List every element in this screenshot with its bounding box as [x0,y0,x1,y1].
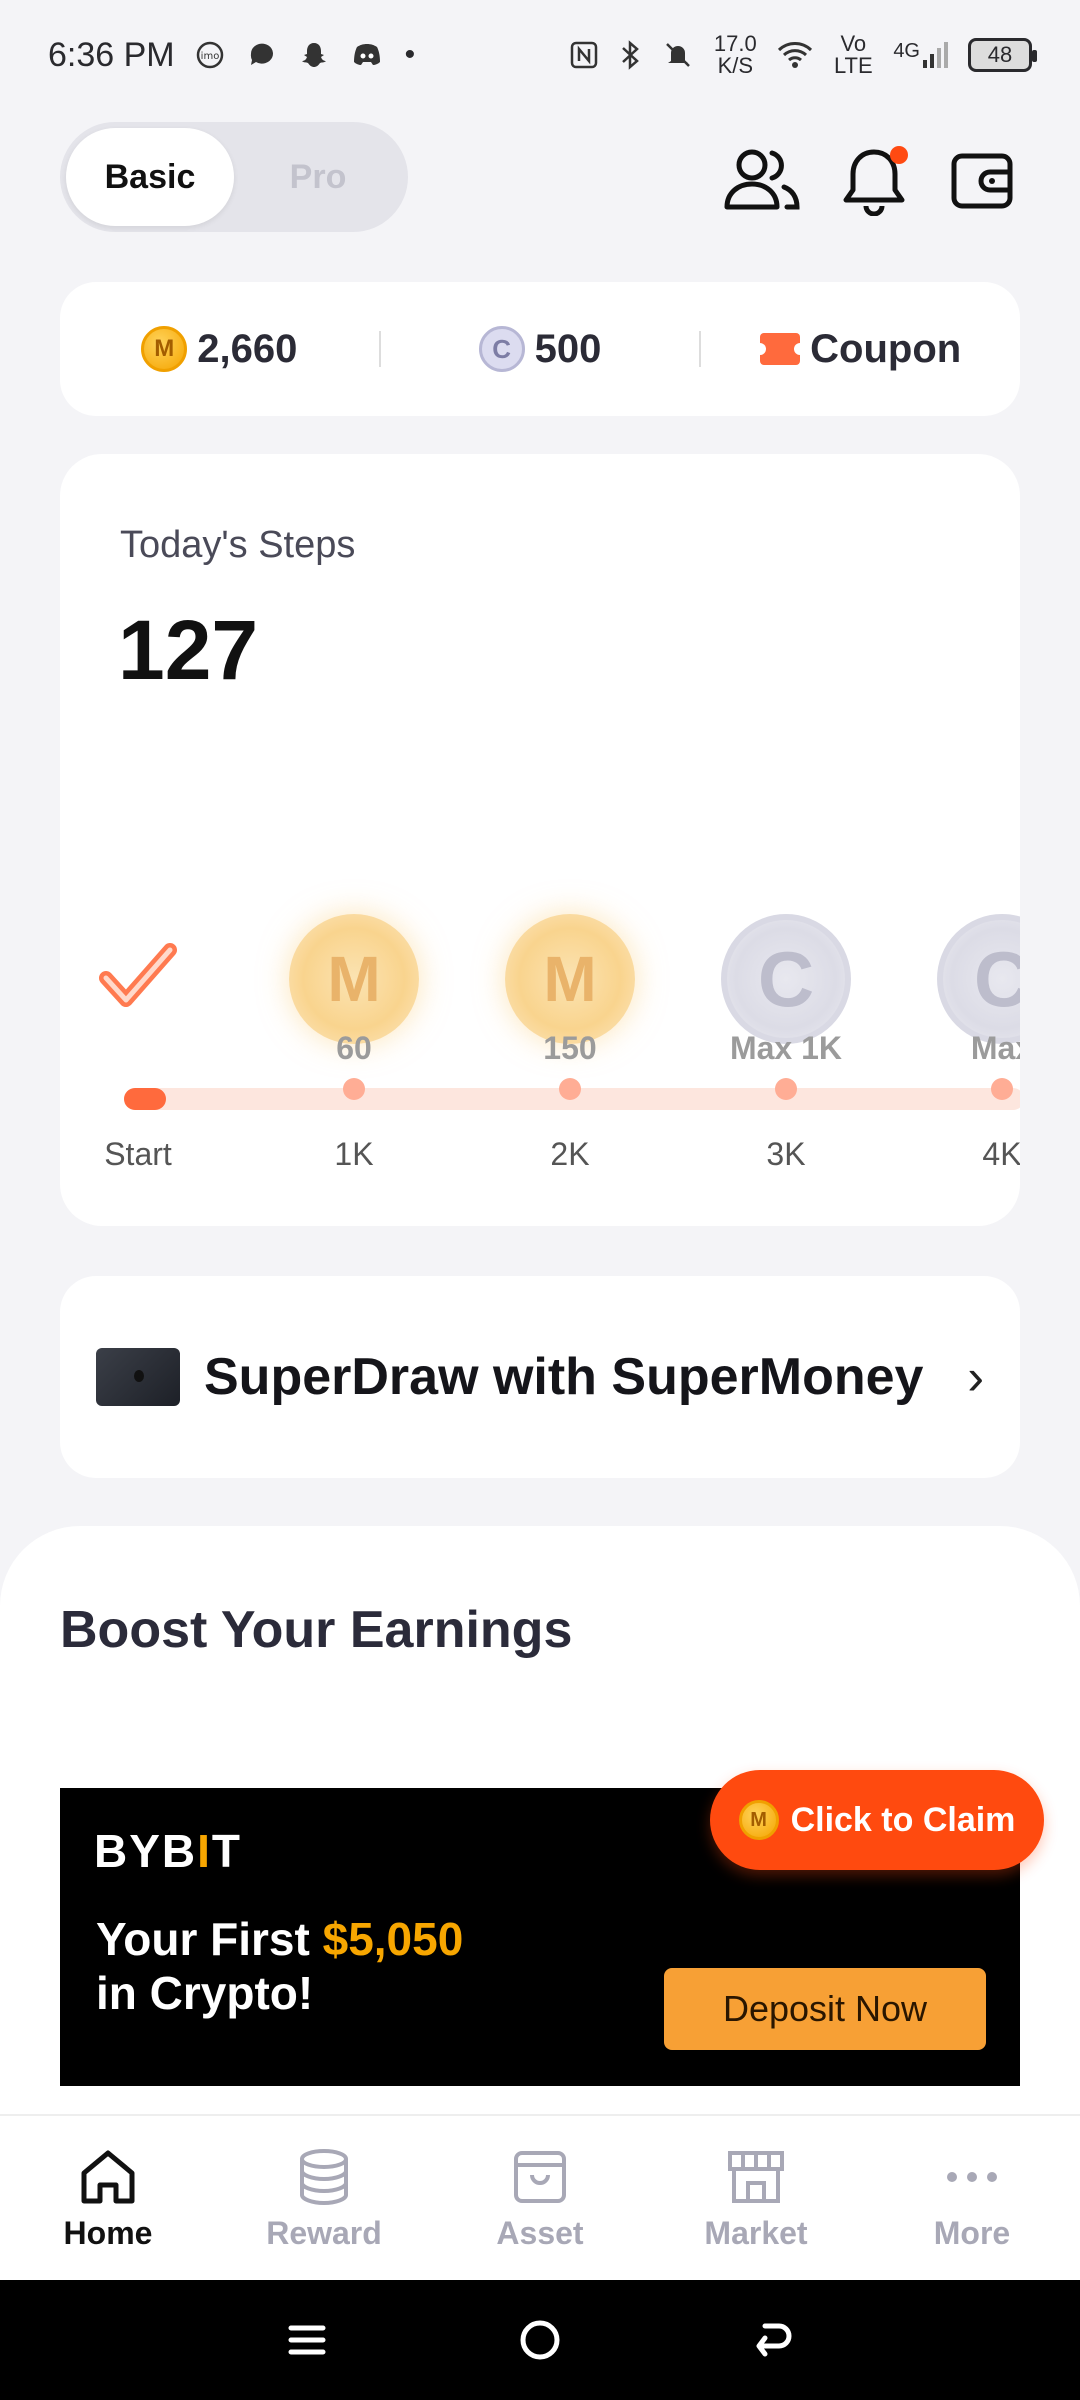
m-coin-amount: 2,660 [197,326,298,371]
boost-title: Boost Your Earnings [60,1601,573,1659]
deposit-now-button[interactable]: Deposit Now [664,1968,986,2050]
friends-icon [724,149,800,210]
balance-card: M 2,660 C 500 Coupon [60,282,1020,416]
nav-market[interactable]: Market [648,2116,864,2280]
recent-apps-icon[interactable] [285,2318,329,2362]
signal-icon: 4G [893,40,948,70]
bybit-logo: BYBIT [94,1825,243,1877]
reward-amount: Max [970,1030,1020,1066]
reward-coin-m-2k[interactable]: M [505,914,635,1044]
c-coin-balance[interactable]: C 500 [381,326,700,372]
laptop-icon [96,1348,180,1406]
more-dots-icon [947,2171,997,2182]
banner-headline: Your First $5,050 [96,1913,464,1965]
milestone-label: Start [104,1136,172,1172]
milestone-label: 1K [334,1136,374,1172]
coupon-link[interactable]: Coupon [701,327,1020,372]
battery-indicator: 48 [968,38,1037,72]
chat-icon [250,43,273,65]
wallet-icon [951,153,1013,209]
reward-amount: 150 [543,1030,597,1066]
svg-text:imo: imo [200,51,219,62]
back-icon[interactable] [751,2318,795,2362]
steps-count: 127 [118,603,259,697]
wallet-button[interactable] [942,140,1022,220]
milestone-label: 3K [766,1136,806,1172]
reward-amount: 60 [336,1030,372,1066]
steps-card: Today's Steps 127 M M C C 60 150 Max 1K … [60,454,1020,1226]
bell-muted-icon [666,43,691,67]
notification-badge [890,146,908,164]
steps-title: Today's Steps [120,524,356,566]
store-icon [728,2150,784,2203]
milestone-label: 2K [550,1136,590,1172]
c-coin-icon: C [478,326,525,372]
nav-reward[interactable]: Reward [216,2116,432,2280]
milestone-dot [559,1078,581,1100]
discord-icon [353,44,380,65]
checkmark-icon [99,943,177,1007]
milestone-dot [343,1078,365,1100]
coupon-label: Coupon [810,326,962,371]
claim-label: Click to Claim [790,1800,1016,1839]
status-time: 6:36 PM [48,35,175,74]
chevron-right-icon: › [967,1349,984,1405]
snapchat-icon [301,43,326,67]
reward-amount: Max 1K [729,1030,843,1066]
reward-coin-m-1k[interactable]: M [289,914,419,1044]
banner-amount: $5,050 [322,1913,464,1965]
system-navigation-bar [0,2280,1080,2400]
home-icon [81,2150,135,2203]
m-coin-balance[interactable]: M 2,660 [60,326,379,372]
nav-home[interactable]: Home [0,2116,216,2280]
wifi-icon [778,42,813,68]
pro-mode-option[interactable]: Pro [234,128,402,226]
superdraw-label: SuperDraw with SuperMoney [204,1348,924,1406]
coupon-icon [754,333,807,365]
nav-more[interactable]: More [864,2116,1080,2280]
nav-asset[interactable]: Asset [432,2116,648,2280]
friends-button[interactable] [722,140,802,220]
dot-indicator: • [404,38,416,71]
nfc-icon [571,41,598,69]
bag-icon [514,2150,566,2203]
click-to-claim-button[interactable]: M Click to Claim [710,1770,1044,1870]
c-coin-amount: 500 [534,326,602,371]
home-circle-icon[interactable] [518,2318,562,2362]
superdraw-card[interactable]: SuperDraw with SuperMoney › [60,1276,1020,1478]
system-icons: 17.0 K/S Vo LTE 4G 48 [569,31,1037,78]
bluetooth-icon [622,40,640,70]
banner-subline: in Crypto! [96,1967,314,2019]
network-speed: 17.0 K/S [713,31,757,78]
milestone-dot [775,1078,797,1100]
m-coin-icon: M [141,326,188,372]
bottom-nav: Home Reward Asset Market More [0,2114,1080,2280]
mode-toggle[interactable]: Basic Pro [60,122,408,232]
volte-label: Vo LTE [833,31,873,78]
notifications-button[interactable] [834,140,914,220]
milestone-label: 4K [982,1136,1020,1172]
steps-progress-fill [124,1088,166,1110]
reward-coin-c-3k[interactable]: C [721,914,851,1044]
status-bar: 6:36 PM imo • 17.0 K/S Vo LTE 4G 48 [0,0,1080,110]
basic-mode-option[interactable]: Basic [66,128,234,226]
milestone-dot [991,1078,1013,1100]
m-coin-icon: M [738,1800,779,1840]
reward-coin-c-4k[interactable]: C [937,914,1020,1044]
coins-stack-icon [300,2148,348,2205]
notification-icons: imo • [195,38,416,72]
imo-icon: imo [196,41,223,69]
